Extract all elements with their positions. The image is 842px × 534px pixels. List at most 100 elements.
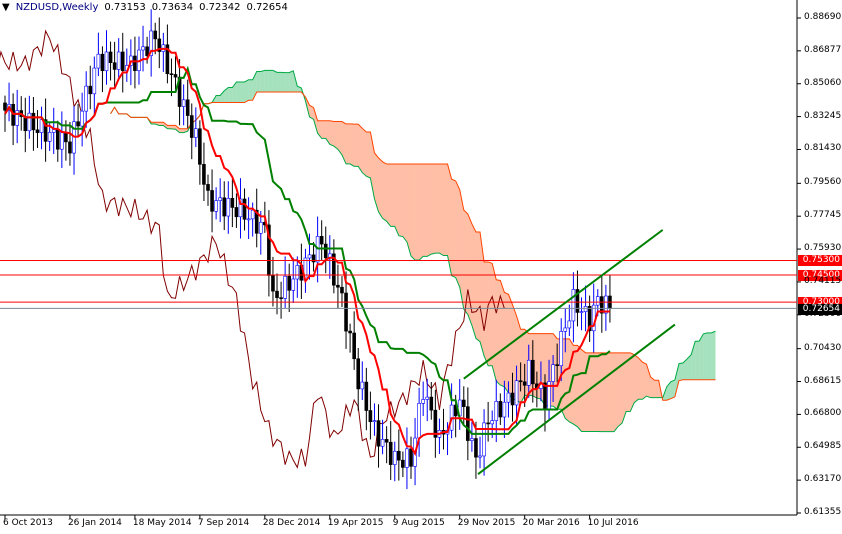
ichimoku-cloud-segment bbox=[496, 279, 501, 386]
ichimoku-cloud-segment bbox=[402, 164, 407, 242]
candle-body bbox=[222, 197, 227, 217]
ichimoku-cloud-segment bbox=[508, 294, 513, 400]
candle-body bbox=[189, 115, 194, 138]
candle-body bbox=[530, 359, 535, 385]
ichimoku-cloud-segment bbox=[374, 152, 379, 212]
ichimoku-cloud-segment bbox=[670, 379, 675, 399]
ichimoku-cloud-segment bbox=[488, 261, 493, 366]
candle-body bbox=[348, 330, 352, 334]
ichimoku-cloud-segment bbox=[386, 164, 391, 227]
time-axis-label: 9 Aug 2015 bbox=[392, 518, 445, 528]
candle-body bbox=[595, 296, 600, 306]
candle-body bbox=[35, 129, 40, 133]
candle-body bbox=[185, 99, 190, 116]
candle-body bbox=[392, 450, 397, 465]
time-axis-label: 28 Dec 2014 bbox=[262, 518, 321, 528]
candle-body bbox=[275, 290, 279, 298]
ichimoku-cloud-segment bbox=[394, 164, 399, 236]
ichimoku-cloud-segment bbox=[463, 209, 468, 315]
candle-body bbox=[68, 141, 72, 154]
ichimoku-cloud-segment bbox=[654, 380, 659, 398]
candle-body bbox=[279, 297, 283, 299]
ichimoku-cloud-segment bbox=[634, 354, 639, 403]
ichimoku-cloud-segment bbox=[703, 332, 708, 380]
candle-body bbox=[372, 420, 377, 422]
ichimoku-cloud-segment bbox=[333, 121, 338, 150]
candle-body bbox=[31, 112, 36, 131]
price-axis-label: 0.64985 bbox=[804, 441, 842, 452]
ichimoku-cloud-segment bbox=[439, 164, 444, 256]
candle-body bbox=[502, 401, 507, 418]
ichimoku-cloud-segment bbox=[711, 331, 716, 380]
candle-body bbox=[287, 275, 292, 291]
candle-body bbox=[55, 129, 60, 150]
candle-body bbox=[368, 410, 373, 422]
price-axis-label: 0.68615 bbox=[804, 375, 842, 386]
candle-body bbox=[295, 265, 300, 280]
candle-body bbox=[145, 46, 149, 56]
candle-body bbox=[242, 198, 247, 220]
candle-body bbox=[218, 197, 222, 201]
ichimoku-cloud-segment bbox=[216, 95, 221, 103]
candle-body bbox=[258, 221, 263, 234]
ichimoku-cloud-segment bbox=[411, 164, 416, 261]
ichimoku-cloud-segment bbox=[260, 70, 265, 93]
chart-window[interactable]: ▼ NZDUSD,Weekly 0.73153 0.73634 0.72342 … bbox=[0, 0, 842, 534]
ichimoku-cloud-segment bbox=[236, 81, 241, 103]
collapse-triangle-icon[interactable]: ▼ bbox=[2, 2, 10, 13]
candle-body bbox=[384, 439, 389, 443]
candle-body bbox=[230, 198, 235, 208]
ichimoku-cloud-segment bbox=[492, 263, 497, 382]
candle-body bbox=[88, 85, 93, 95]
ichimoku-cloud-segment bbox=[398, 164, 403, 237]
candle-body bbox=[92, 67, 97, 95]
ichimoku-cloud-segment bbox=[597, 352, 602, 432]
ichimoku-cloud-segment bbox=[228, 87, 233, 103]
candle-body bbox=[198, 128, 202, 165]
time-axis-label: 26 Jan 2014 bbox=[67, 518, 122, 528]
candle-body bbox=[141, 46, 145, 51]
ichimoku-cloud-segment bbox=[678, 362, 684, 381]
ichimoku-cloud-segment bbox=[256, 71, 261, 93]
candle-body bbox=[380, 439, 385, 447]
ichimoku-cloud-segment bbox=[455, 180, 460, 288]
ichimoku-cloud-segment bbox=[179, 128, 184, 133]
candle-body bbox=[397, 450, 401, 461]
ichimoku-cloud-segment bbox=[423, 164, 428, 257]
candle-body bbox=[474, 438, 478, 458]
price-axis-label: 0.77745 bbox=[804, 210, 842, 221]
ichimoku-cloud-segment bbox=[475, 231, 481, 342]
ichimoku-cloud-segment bbox=[285, 72, 290, 93]
candle-body bbox=[360, 381, 365, 390]
candle-body bbox=[133, 55, 137, 71]
candle-body bbox=[76, 121, 80, 127]
ichimoku-cloud-segment bbox=[565, 338, 570, 422]
candle-body bbox=[173, 74, 178, 78]
ichimoku-cloud-segment bbox=[589, 352, 594, 432]
candle-body bbox=[202, 164, 206, 185]
ichimoku-cloud-segment bbox=[240, 81, 245, 103]
ohlc-open: 0.73153 bbox=[104, 2, 146, 13]
price-axis-label: 0.79560 bbox=[804, 177, 842, 188]
candle-body bbox=[518, 380, 523, 383]
ichimoku-cloud-segment bbox=[354, 124, 359, 167]
candle-body bbox=[388, 441, 393, 465]
candle-body bbox=[307, 254, 312, 259]
ichimoku-cloud-segment bbox=[435, 164, 440, 254]
candle-body bbox=[409, 448, 413, 467]
time-axis-label: 29 Nov 2015 bbox=[457, 518, 516, 528]
candle-body bbox=[84, 85, 88, 112]
candle-body bbox=[510, 392, 515, 406]
candle-body bbox=[210, 190, 214, 212]
price-chart[interactable] bbox=[0, 0, 842, 534]
ohlc-low: 0.72342 bbox=[199, 2, 241, 13]
candle-body bbox=[514, 380, 519, 406]
candle-body bbox=[112, 62, 117, 70]
candle-body bbox=[64, 132, 68, 143]
ichimoku-cloud-segment bbox=[406, 164, 411, 256]
ichimoku-cloud-segment bbox=[601, 352, 606, 432]
price-axis-label: 0.81430 bbox=[804, 143, 842, 154]
current-price-tag: 0.72654 bbox=[798, 304, 842, 316]
time-axis-label: 18 May 2014 bbox=[132, 518, 192, 528]
candle-body bbox=[356, 358, 361, 390]
